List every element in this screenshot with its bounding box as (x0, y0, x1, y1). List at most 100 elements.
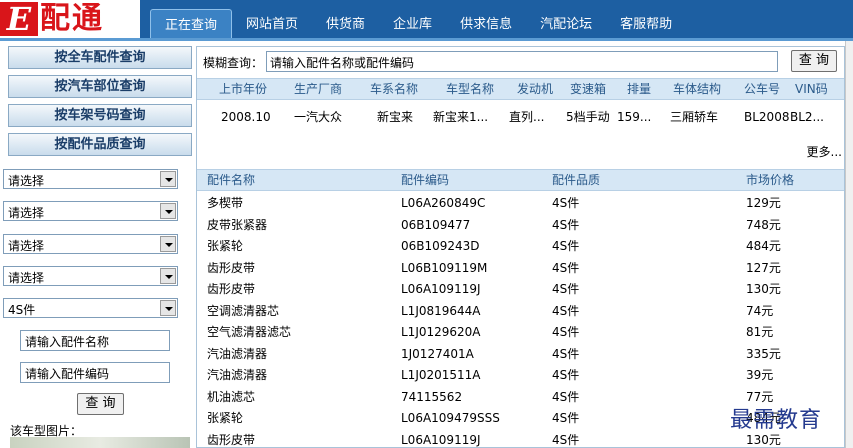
column-header: 车体结构 (673, 82, 722, 96)
vehicle-row[interactable]: 2008.10 一汽大众 新宝来 新宝来1... 直列... 5档手动 159.… (197, 107, 844, 129)
table-cell: 4S件 (552, 432, 580, 447)
table-cell: 三厢轿车 (670, 110, 719, 124)
table-cell: 4S件 (552, 368, 580, 382)
table-row[interactable]: 张紧轮 06B109243D 4S件 484元 (197, 236, 844, 258)
table-cell: 4S件 (552, 303, 580, 318)
table-cell: 4S件 (552, 282, 580, 296)
logo-text: 配通 (40, 1, 104, 36)
table-cell: L06B109119M (401, 260, 488, 275)
table-cell: 129元 (746, 196, 781, 210)
table-row[interactable]: 空气滤清器滤芯 L1J0129620A 4S件 81元 (197, 322, 844, 344)
table-cell: 张紧轮 (207, 411, 244, 425)
chevron-down-icon[interactable] (160, 171, 176, 187)
query-by-full-vehicle-button[interactable]: 按全车配件查询 (8, 46, 192, 69)
main-nav: 正在查询 网站首页 供货商 企业库 供求信息 汽配论坛 客服帮助 (150, 9, 686, 40)
table-cell: 74元 (746, 303, 774, 318)
table-cell: 汽油滤清器 (207, 346, 268, 361)
column-header: 配件编码 (401, 173, 450, 187)
table-cell: 新宝来 (377, 110, 414, 124)
part-name-input[interactable]: 请输入配件名称 (20, 330, 170, 351)
chevron-down-icon[interactable] (160, 203, 176, 219)
chevron-down-icon[interactable] (160, 236, 176, 252)
site-logo[interactable]: E 配通 (0, 0, 140, 38)
filter-select-3[interactable]: 请选择 (3, 234, 178, 254)
more-link[interactable]: 更多... (807, 143, 842, 160)
nav-tab-suppliers[interactable]: 供货商 (312, 9, 379, 40)
quality-select[interactable]: 4S件 (3, 298, 178, 318)
table-cell: 4S件 (552, 389, 580, 404)
chevron-down-icon[interactable] (160, 300, 176, 316)
query-by-vin-button[interactable]: 按车架号码查询 (8, 104, 192, 127)
watermark: 最需教育 (730, 408, 823, 433)
table-cell: 机油滤芯 (207, 389, 256, 404)
table-cell: L06A109479SSS (401, 411, 500, 425)
table-cell: 335元 (746, 346, 781, 361)
table-cell: 4S件 (552, 196, 580, 210)
filter-select-2-value: 请选择 (8, 206, 45, 220)
car-image (10, 437, 190, 448)
table-row[interactable]: 汽油滤清器 L1J0201511A 4S件 39元 (197, 365, 844, 387)
table-row[interactable]: 多楔带 L06A260849C 4S件 129元 (197, 193, 844, 215)
filter-select-4-value: 请选择 (8, 271, 45, 285)
fuzzy-search-button[interactable]: 查 询 (791, 50, 837, 72)
nav-tab-help[interactable]: 客服帮助 (606, 9, 686, 40)
chevron-down-icon[interactable] (160, 268, 176, 284)
page-scrollbar[interactable] (845, 41, 853, 448)
filter-select-3-value: 请选择 (8, 239, 45, 253)
table-cell: 多楔带 (207, 196, 244, 210)
nav-tab-forum[interactable]: 汽配论坛 (526, 9, 606, 40)
column-header: VIN码 (795, 82, 828, 96)
table-cell: 06B109243D (401, 239, 480, 253)
table-cell: 39元 (746, 368, 774, 382)
table-cell: 159... (617, 110, 652, 124)
part-code-input[interactable]: 请输入配件编码 (20, 362, 170, 383)
table-cell: 张紧轮 (207, 239, 244, 253)
column-header: 配件品质 (552, 173, 601, 187)
fuzzy-search-input[interactable]: 请输入配件名称或配件编码 (266, 51, 778, 72)
query-by-vehicle-part-button[interactable]: 按汽车部位查询 (8, 75, 192, 98)
sidebar-query-button[interactable]: 查 询 (77, 393, 124, 415)
column-header: 变速箱 (570, 82, 607, 96)
table-row[interactable]: 齿形皮带 L06A109119J 4S件 130元 (197, 279, 844, 301)
nav-tab-home[interactable]: 网站首页 (232, 9, 312, 40)
fuzzy-search-row: 模糊查询： 请输入配件名称或配件编码 查 询 (197, 47, 844, 77)
table-cell: L1J0129620A (401, 325, 481, 339)
table-cell: 齿形皮带 (207, 260, 256, 275)
query-by-quality-button[interactable]: 按配件品质查询 (8, 133, 192, 156)
table-cell: L1J0201511A (401, 368, 481, 382)
nav-tab-querying[interactable]: 正在查询 (150, 9, 233, 40)
table-cell: 484元 (746, 239, 781, 253)
table-cell: 1J0127401A (401, 346, 474, 361)
column-header: 生产厂商 (294, 82, 343, 96)
table-cell: 一汽大众 (294, 110, 343, 124)
table-cell: 汽油滤清器 (207, 368, 268, 382)
nav-tab-companies[interactable]: 企业库 (379, 9, 446, 40)
column-header: 发动机 (517, 82, 554, 96)
table-cell: L06A109119J (401, 282, 481, 296)
table-row[interactable]: 汽油滤清器 1J0127401A 4S件 335元 (197, 344, 844, 366)
main-panel: 模糊查询： 请输入配件名称或配件编码 查 询 上市年份 生产厂商 车系名称 车型… (196, 46, 845, 448)
filter-select-1[interactable]: 请选择 (3, 169, 178, 189)
table-cell: 130元 (746, 282, 781, 296)
table-cell: 空气滤清器滤芯 (207, 325, 292, 339)
table-cell: 4S件 (552, 239, 580, 253)
table-cell: 127元 (746, 260, 781, 275)
table-cell: 81元 (746, 325, 774, 339)
nav-tab-supply-demand[interactable]: 供求信息 (446, 9, 526, 40)
column-header: 排量 (627, 82, 652, 96)
table-cell: 空调滤清器芯 (207, 303, 280, 318)
table-row[interactable]: 皮带张紧器 06B109477 4S件 748元 (197, 215, 844, 237)
filter-select-1-value: 请选择 (8, 174, 45, 188)
parts-table-header: 配件名称 配件编码 配件品质 市场价格 (197, 169, 844, 191)
filter-select-4[interactable]: 请选择 (3, 266, 178, 286)
filter-select-2[interactable]: 请选择 (3, 201, 178, 221)
table-cell: 4S件 (552, 217, 580, 232)
table-row[interactable]: 齿形皮带 L06B109119M 4S件 127元 (197, 258, 844, 280)
quality-select-value: 4S件 (8, 303, 36, 317)
table-row[interactable]: 空调滤清器芯 L1J0819644A 4S件 74元 (197, 301, 844, 323)
table-cell: 新宝来1... (433, 110, 489, 124)
column-header: 配件名称 (207, 173, 256, 187)
column-header: 市场价格 (746, 173, 795, 187)
column-header: 公车号 (744, 82, 781, 96)
table-cell: BL2... (790, 110, 824, 124)
